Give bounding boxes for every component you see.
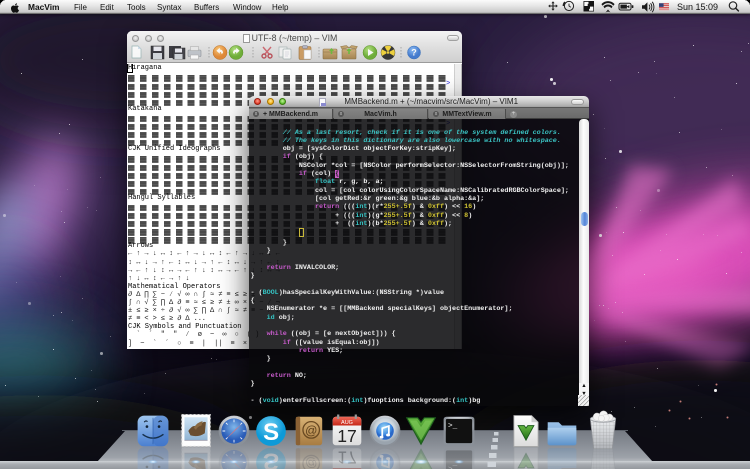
svg-text:17: 17: [337, 426, 357, 446]
svg-text:>_: >_: [448, 423, 458, 431]
svg-text:@: @: [305, 423, 317, 437]
svg-text:S: S: [263, 419, 279, 446]
svg-text:?: ?: [411, 48, 417, 58]
svg-text:AUG: AUG: [341, 420, 353, 426]
